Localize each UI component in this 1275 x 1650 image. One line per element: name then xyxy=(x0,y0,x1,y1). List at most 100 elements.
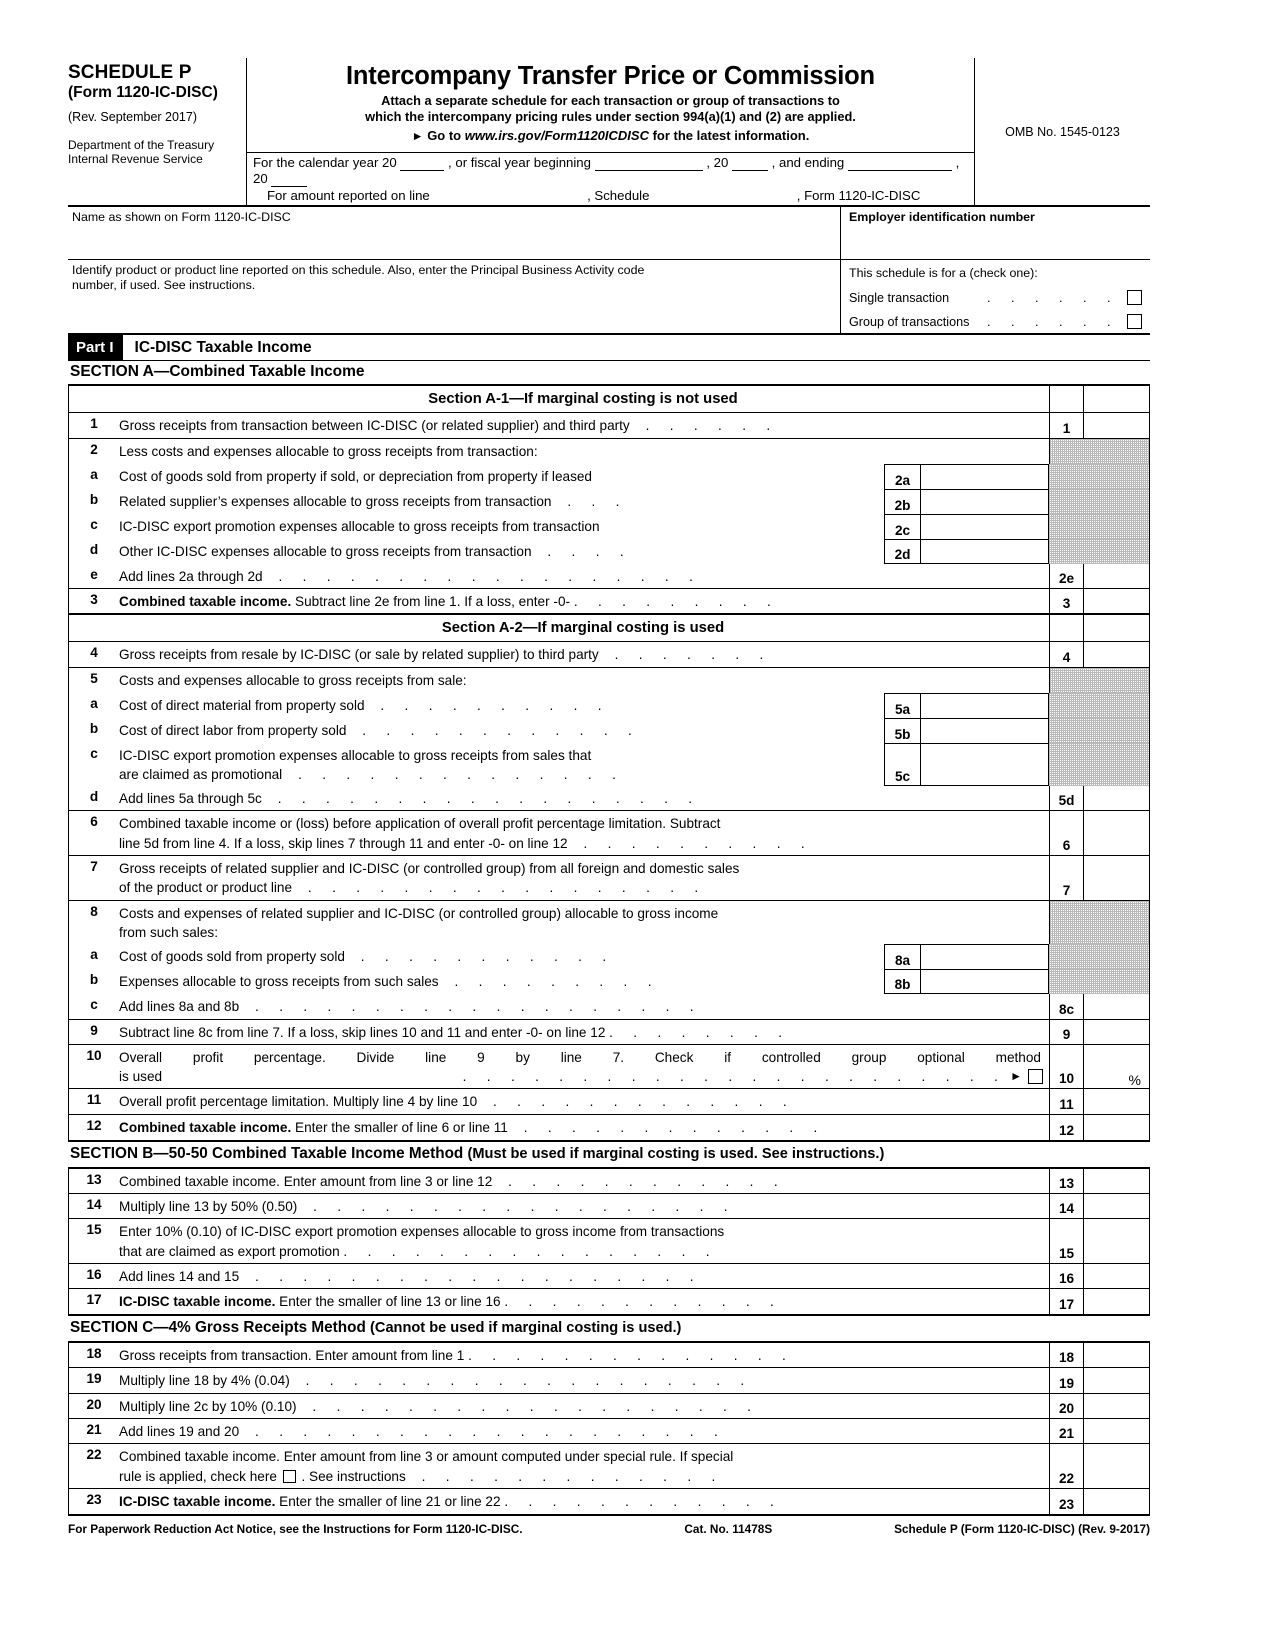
line-2a-amount[interactable] xyxy=(921,465,1048,489)
controlled-group-method-checkbox[interactable] xyxy=(1028,1069,1043,1085)
line-15-number: 15 xyxy=(86,1222,102,1238)
form-subtitle-line-2: which the intercompany pricing rules und… xyxy=(365,108,856,124)
leader-dots: . . . . . . . xyxy=(602,647,772,663)
line-11-amount[interactable] xyxy=(1084,1089,1149,1113)
line-6-amount[interactable] xyxy=(1084,811,1149,855)
line-18-amount[interactable] xyxy=(1084,1343,1149,1367)
line-23-box: 23 xyxy=(1049,1488,1149,1514)
product-field-cell[interactable]: Identify product or product line reporte… xyxy=(68,260,840,333)
fiscal-begin-year-input[interactable] xyxy=(732,155,768,172)
line-23-number: 23 xyxy=(86,1491,102,1507)
leader-dots: . . . . . . . . . . . . . . . . . . . . … xyxy=(462,1069,1007,1085)
line-14-number: 14 xyxy=(86,1197,102,1212)
line-23-amount[interactable] xyxy=(1084,1489,1149,1514)
line-5c-amount[interactable] xyxy=(921,744,1048,786)
leader-dots: . . . . . . . . . . . . . . . . . xyxy=(295,880,707,896)
line-21-amount[interactable] xyxy=(1084,1419,1149,1443)
line-17-amount[interactable] xyxy=(1084,1289,1149,1314)
line-3-amount[interactable] xyxy=(1084,589,1149,613)
group-transactions-row[interactable]: Group of transactions . . . . . . xyxy=(849,314,1142,330)
line-1-amount[interactable] xyxy=(1084,413,1149,437)
single-transaction-checkbox[interactable] xyxy=(1127,290,1142,306)
line-14-amount[interactable] xyxy=(1084,1194,1149,1218)
line-10-amount-wrap[interactable]: % xyxy=(1084,1045,1149,1088)
line-20-number: 20 xyxy=(86,1396,102,1412)
line-15-amount[interactable] xyxy=(1084,1219,1149,1263)
line-13-box: 13 xyxy=(1049,1168,1149,1193)
line-8c-amount[interactable] xyxy=(1084,994,1149,1018)
line-1-box-number: 1 xyxy=(1050,413,1084,438)
line-22-amount[interactable] xyxy=(1084,1444,1149,1488)
form-page: SCHEDULE P (Form 1120-IC-DISC) (Rev. Sep… xyxy=(0,0,1275,1650)
line-15-box: 15 xyxy=(1049,1219,1149,1263)
line-13-number: 13 xyxy=(86,1171,102,1187)
form-reference: (Form 1120-IC-DISC) xyxy=(68,84,218,102)
amount-reported-input[interactable] xyxy=(433,188,583,203)
line-9-amount[interactable] xyxy=(1084,1020,1149,1044)
section-a1-row: Section A-1—If marginal costing is not u… xyxy=(69,386,1149,414)
line-19-amount[interactable] xyxy=(1084,1368,1149,1392)
line-13-amount[interactable] xyxy=(1084,1169,1149,1193)
single-transaction-row[interactable]: Single transaction . . . . . . xyxy=(849,290,1142,306)
section-a-header: SECTION A—Combined Taxable Income xyxy=(68,361,1150,387)
line-2d-amount[interactable] xyxy=(921,540,1048,563)
header-right-block: OMB No. 1545-0123 xyxy=(974,58,1150,206)
fiscal-begin-input[interactable] xyxy=(594,155,703,172)
fiscal-begin-year-label: , 20 xyxy=(706,155,729,171)
line-22-label-2a: rule is applied, check here xyxy=(119,1468,277,1484)
line-5a-amount[interactable] xyxy=(921,694,1048,718)
line-2c-amount[interactable] xyxy=(921,515,1048,539)
fiscal-end-year-input[interactable] xyxy=(271,171,308,188)
line-8b-label: Expenses allocable to gross receipts fro… xyxy=(119,974,439,990)
line-7-amount[interactable] xyxy=(1084,856,1149,900)
line-5a-label: Cost of direct material from property so… xyxy=(119,697,365,713)
line-8b-text: Expenses allocable to gross receipts fro… xyxy=(119,969,884,994)
section-a1-header: Section A-1—If marginal costing is not u… xyxy=(428,391,738,408)
leader-dots: . . . . . . . . . . . . xyxy=(504,1493,783,1509)
group-transactions-checkbox[interactable] xyxy=(1127,314,1142,330)
line-7-box: 7 xyxy=(1049,856,1149,900)
special-rule-checkbox[interactable] xyxy=(282,1469,296,1483)
line-23-row: 23 IC-DISC taxable income. Enter the sma… xyxy=(69,1488,1149,1514)
line-7-label-2-wrap: of the product or product line . . . . .… xyxy=(119,878,1047,897)
line-2b-text: Related supplier’s expenses allocable to… xyxy=(119,489,884,514)
header-left-block: SCHEDULE P (Form 1120-IC-DISC) (Rev. Sep… xyxy=(68,58,246,205)
line-18-row: 18 Gross receipts from transaction. Ente… xyxy=(69,1343,1149,1369)
line-8b-inner-box: 8b xyxy=(884,969,1049,995)
line-12-bold-label: Combined taxable income. xyxy=(119,1119,292,1135)
fiscal-end-input[interactable] xyxy=(847,155,952,172)
line-5b-amount[interactable] xyxy=(921,719,1048,743)
leader-dots: . . . . . . . . . . . . . . . . . . . . xyxy=(242,1424,727,1440)
ein-field-cell[interactable]: Employer identification number xyxy=(840,207,1150,260)
leader-dots: . . . . . . . . . . . . . . . . . . xyxy=(266,568,702,584)
line-16-amount[interactable] xyxy=(1084,1264,1149,1288)
line-8c-box: 8c xyxy=(1049,994,1149,1019)
schedule-name: SCHEDULE P xyxy=(68,62,192,83)
schedule-input[interactable] xyxy=(653,188,793,203)
line-17-bold-label-2: taxable income. xyxy=(173,1294,276,1310)
line-8b-amount[interactable] xyxy=(921,970,1048,993)
line-2d-row: d Other IC-DISC expenses allocable to gr… xyxy=(69,538,1149,564)
line-5d-amount[interactable] xyxy=(1084,786,1149,810)
line-2b-label: Related supplier’s expenses allocable to… xyxy=(119,493,552,509)
calendar-year-input[interactable] xyxy=(400,155,445,172)
line-2b-amount[interactable] xyxy=(921,490,1048,514)
line-5a-box-number: 5a xyxy=(885,693,921,718)
line-2b-box-number: 2b xyxy=(885,489,921,514)
line-12-box: 12 xyxy=(1049,1114,1149,1140)
line-12-amount[interactable] xyxy=(1084,1115,1149,1140)
line-8a-amount[interactable] xyxy=(921,945,1048,969)
line-4-amount[interactable] xyxy=(1084,642,1149,666)
line-2e-amount[interactable] xyxy=(1084,564,1149,588)
line-21-box: 21 xyxy=(1049,1419,1149,1444)
amount-reported-label: For amount reported on line xyxy=(267,188,430,204)
goto-url[interactable]: www.irs.gov/Form1120ICDISC xyxy=(465,128,649,143)
leader-dots: . . . . . . . . xyxy=(609,1024,791,1040)
line-20-amount[interactable] xyxy=(1084,1394,1149,1418)
line-5a-inner-box: 5a xyxy=(884,692,1049,718)
line-2-text: Less costs and expenses allocable to gro… xyxy=(119,443,538,459)
line-9-box: 9 xyxy=(1049,1019,1149,1044)
line-5c-shaded xyxy=(1049,742,1149,787)
name-field-cell[interactable]: Name as shown on Form 1120-IC-DISC xyxy=(68,207,840,259)
line-2c-shaded xyxy=(1049,513,1149,539)
